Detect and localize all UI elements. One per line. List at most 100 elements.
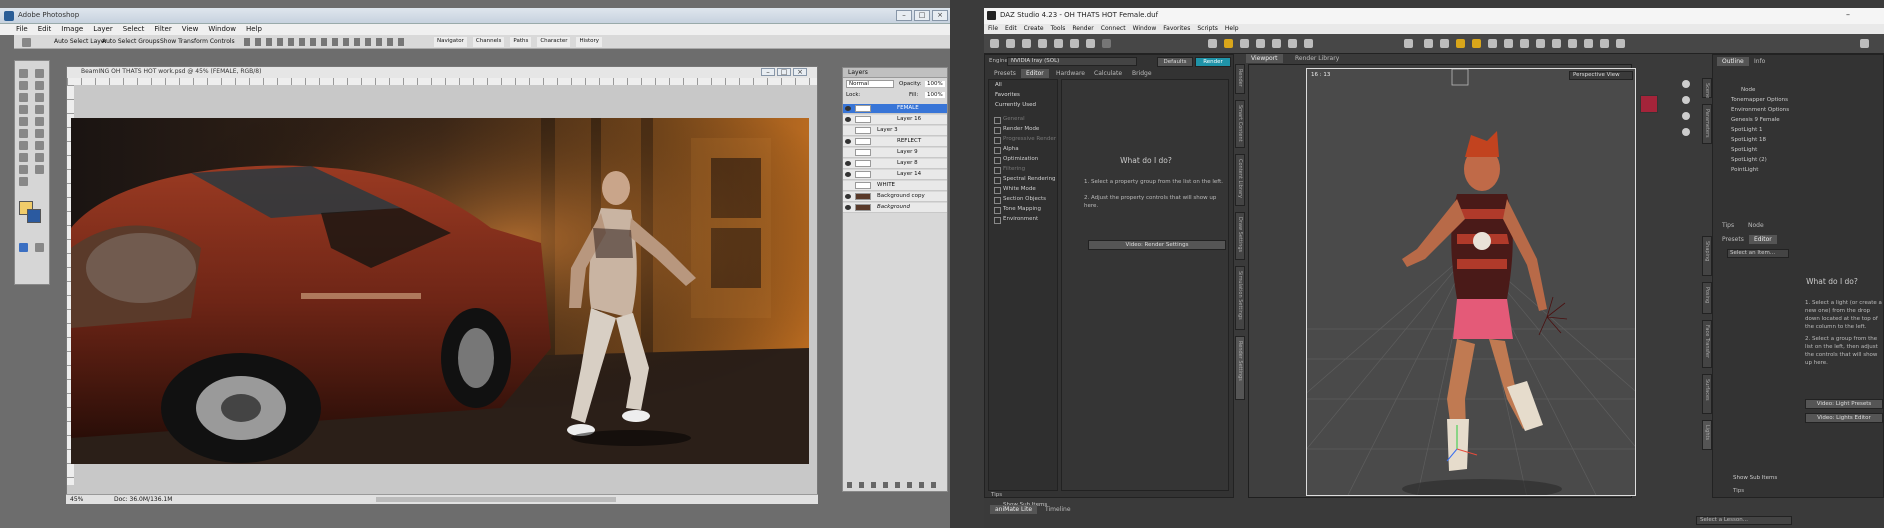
layer-row[interactable]: Layer 14 — [843, 170, 947, 180]
side-tab-scene[interactable]: Scene — [1702, 78, 1712, 98]
eye-icon[interactable] — [845, 139, 851, 144]
frame-icon[interactable] — [1404, 39, 1413, 48]
bone-icon[interactable] — [1256, 39, 1265, 48]
crop-icon[interactable] — [19, 93, 28, 102]
auto-select-layer-checkbox[interactable]: Auto Select Layer — [54, 38, 107, 45]
screen-mode-icon[interactable] — [35, 243, 44, 252]
zoom-level[interactable]: 45% — [70, 496, 83, 503]
group-currently-used[interactable]: Currently Used — [995, 102, 1036, 108]
video-lights-editor-button[interactable]: Video: Lights Editor — [1805, 413, 1883, 423]
lights-tab-presets[interactable]: Presets — [1717, 235, 1749, 244]
brush-tool-icon[interactable] — [1552, 39, 1561, 48]
list-item[interactable]: Progressive Render — [989, 134, 1057, 144]
eye-icon[interactable] — [845, 205, 851, 210]
maximize-icon[interactable]: □ — [914, 10, 930, 21]
defaults-button[interactable]: Defaults — [1157, 57, 1193, 67]
eye-icon[interactable] — [845, 172, 851, 177]
eraser-icon[interactable] — [19, 129, 28, 138]
scene-item[interactable]: SpotLight 18 — [1731, 136, 1766, 145]
tab-info[interactable]: Info — [1749, 57, 1770, 66]
tab-viewport[interactable]: Viewport — [1246, 54, 1283, 63]
minimize-icon[interactable]: – — [896, 10, 912, 21]
merge-icon[interactable] — [1070, 39, 1079, 48]
side-tab-posing[interactable]: Posing — [1702, 282, 1712, 314]
daz-menu-create[interactable]: Create — [1024, 24, 1044, 34]
tab-channels[interactable]: Channels — [472, 37, 505, 47]
daz-menu-tools[interactable]: Tools — [1051, 24, 1066, 34]
menu-help[interactable]: Help — [246, 24, 262, 35]
tab-outline[interactable]: Outline — [1717, 57, 1749, 66]
camera-icon[interactable] — [1288, 39, 1297, 48]
spot-render-icon[interactable] — [1272, 39, 1281, 48]
tab-hardware[interactable]: Hardware — [1051, 69, 1090, 78]
doc-close-icon[interactable]: × — [793, 68, 807, 76]
select-icon[interactable] — [1440, 39, 1449, 48]
daz-menu-file[interactable]: File — [988, 24, 998, 34]
joint-editor-icon[interactable] — [1224, 39, 1233, 48]
layer-row[interactable]: Layer 8 — [843, 159, 947, 169]
doc-maximize-icon[interactable]: □ — [777, 68, 791, 76]
save-as-icon[interactable] — [1038, 39, 1047, 48]
dodge-icon[interactable] — [19, 141, 28, 150]
translate-tool-icon[interactable] — [1488, 39, 1497, 48]
hand-icon[interactable] — [35, 165, 44, 174]
video-light-presets-button[interactable]: Video: Light Presets — [1805, 399, 1883, 409]
path-select-icon[interactable] — [35, 153, 44, 162]
move-tool-icon[interactable] — [22, 38, 31, 47]
new-file-icon[interactable] — [990, 39, 999, 48]
tab-character[interactable]: Character — [537, 37, 571, 47]
side-tab-content-library[interactable]: Content Library — [1235, 154, 1245, 206]
eye-icon[interactable] — [845, 106, 851, 111]
menu-filter[interactable]: Filter — [154, 24, 171, 35]
region-icon[interactable] — [1584, 39, 1593, 48]
list-item[interactable]: Tone Mapping — [989, 204, 1057, 214]
group-all[interactable]: All — [995, 82, 1002, 88]
scene-item[interactable]: SpotLight (2) — [1731, 156, 1767, 165]
eye-icon[interactable] — [845, 161, 851, 166]
list-item[interactable]: White Mode — [989, 184, 1057, 194]
auto-select-groups-checkbox[interactable]: Auto Select Groups — [102, 38, 160, 45]
layer-row[interactable]: Background copy — [843, 192, 947, 202]
open-file-icon[interactable] — [1006, 39, 1015, 48]
universal-tool-icon[interactable] — [1456, 39, 1465, 48]
brush-icon[interactable] — [35, 105, 44, 114]
menu-view[interactable]: View — [182, 24, 199, 35]
daz-menu-edit[interactable]: Edit — [1005, 24, 1017, 34]
side-tab-smart-content[interactable]: Smart Content — [1235, 100, 1245, 148]
render-button[interactable]: Render — [1195, 57, 1231, 67]
engine-select[interactable]: NVIDIA Iray (SOL) — [1007, 57, 1137, 66]
view-cube-icon[interactable] — [1640, 95, 1658, 113]
tab-bridge[interactable]: Bridge — [1127, 69, 1157, 78]
side-tab-lights[interactable]: Lights — [1702, 420, 1712, 450]
blend-mode-select[interactable]: Normal — [846, 80, 894, 88]
tab-navigator[interactable]: Navigator — [434, 37, 467, 47]
tab-editor[interactable]: Editor — [1021, 69, 1049, 78]
background-color-swatch[interactable] — [27, 209, 41, 223]
pen-icon[interactable] — [35, 141, 44, 150]
daz-menu-favorites[interactable]: Favorites — [1163, 24, 1190, 34]
layer-row[interactable]: WHITE — [843, 181, 947, 191]
geometry-editor-icon[interactable] — [1568, 39, 1577, 48]
rotate-tool-icon[interactable] — [1472, 39, 1481, 48]
list-item[interactable]: General — [989, 114, 1057, 124]
render-icon[interactable] — [1600, 39, 1609, 48]
frame-view-icon[interactable] — [1682, 128, 1690, 136]
daz-menu-scripts[interactable]: Scripts — [1197, 24, 1218, 34]
tab-animate-lite[interactable]: aniMate Lite — [990, 505, 1038, 514]
home-icon[interactable] — [1860, 39, 1869, 48]
daz-minimize-icon[interactable]: – — [1846, 10, 1850, 19]
move-icon[interactable] — [19, 69, 28, 78]
geometry-icon[interactable] — [1240, 39, 1249, 48]
side-tab-face-transfer[interactable]: Face Transfer — [1702, 320, 1712, 368]
gradient-icon[interactable] — [35, 129, 44, 138]
align-buttons[interactable] — [244, 38, 404, 46]
layers-footer-buttons[interactable] — [847, 482, 943, 488]
tab-render-library[interactable]: Render Library — [1290, 54, 1344, 63]
side-tab-shaping[interactable]: Shaping — [1702, 236, 1712, 276]
menu-image[interactable]: Image — [61, 24, 83, 35]
list-item[interactable]: Section Objects — [989, 194, 1057, 204]
eye-icon[interactable] — [845, 117, 851, 122]
daz-menu-window[interactable]: Window — [1133, 24, 1157, 34]
menu-edit[interactable]: Edit — [38, 24, 52, 35]
list-item[interactable]: Alpha — [989, 144, 1057, 154]
